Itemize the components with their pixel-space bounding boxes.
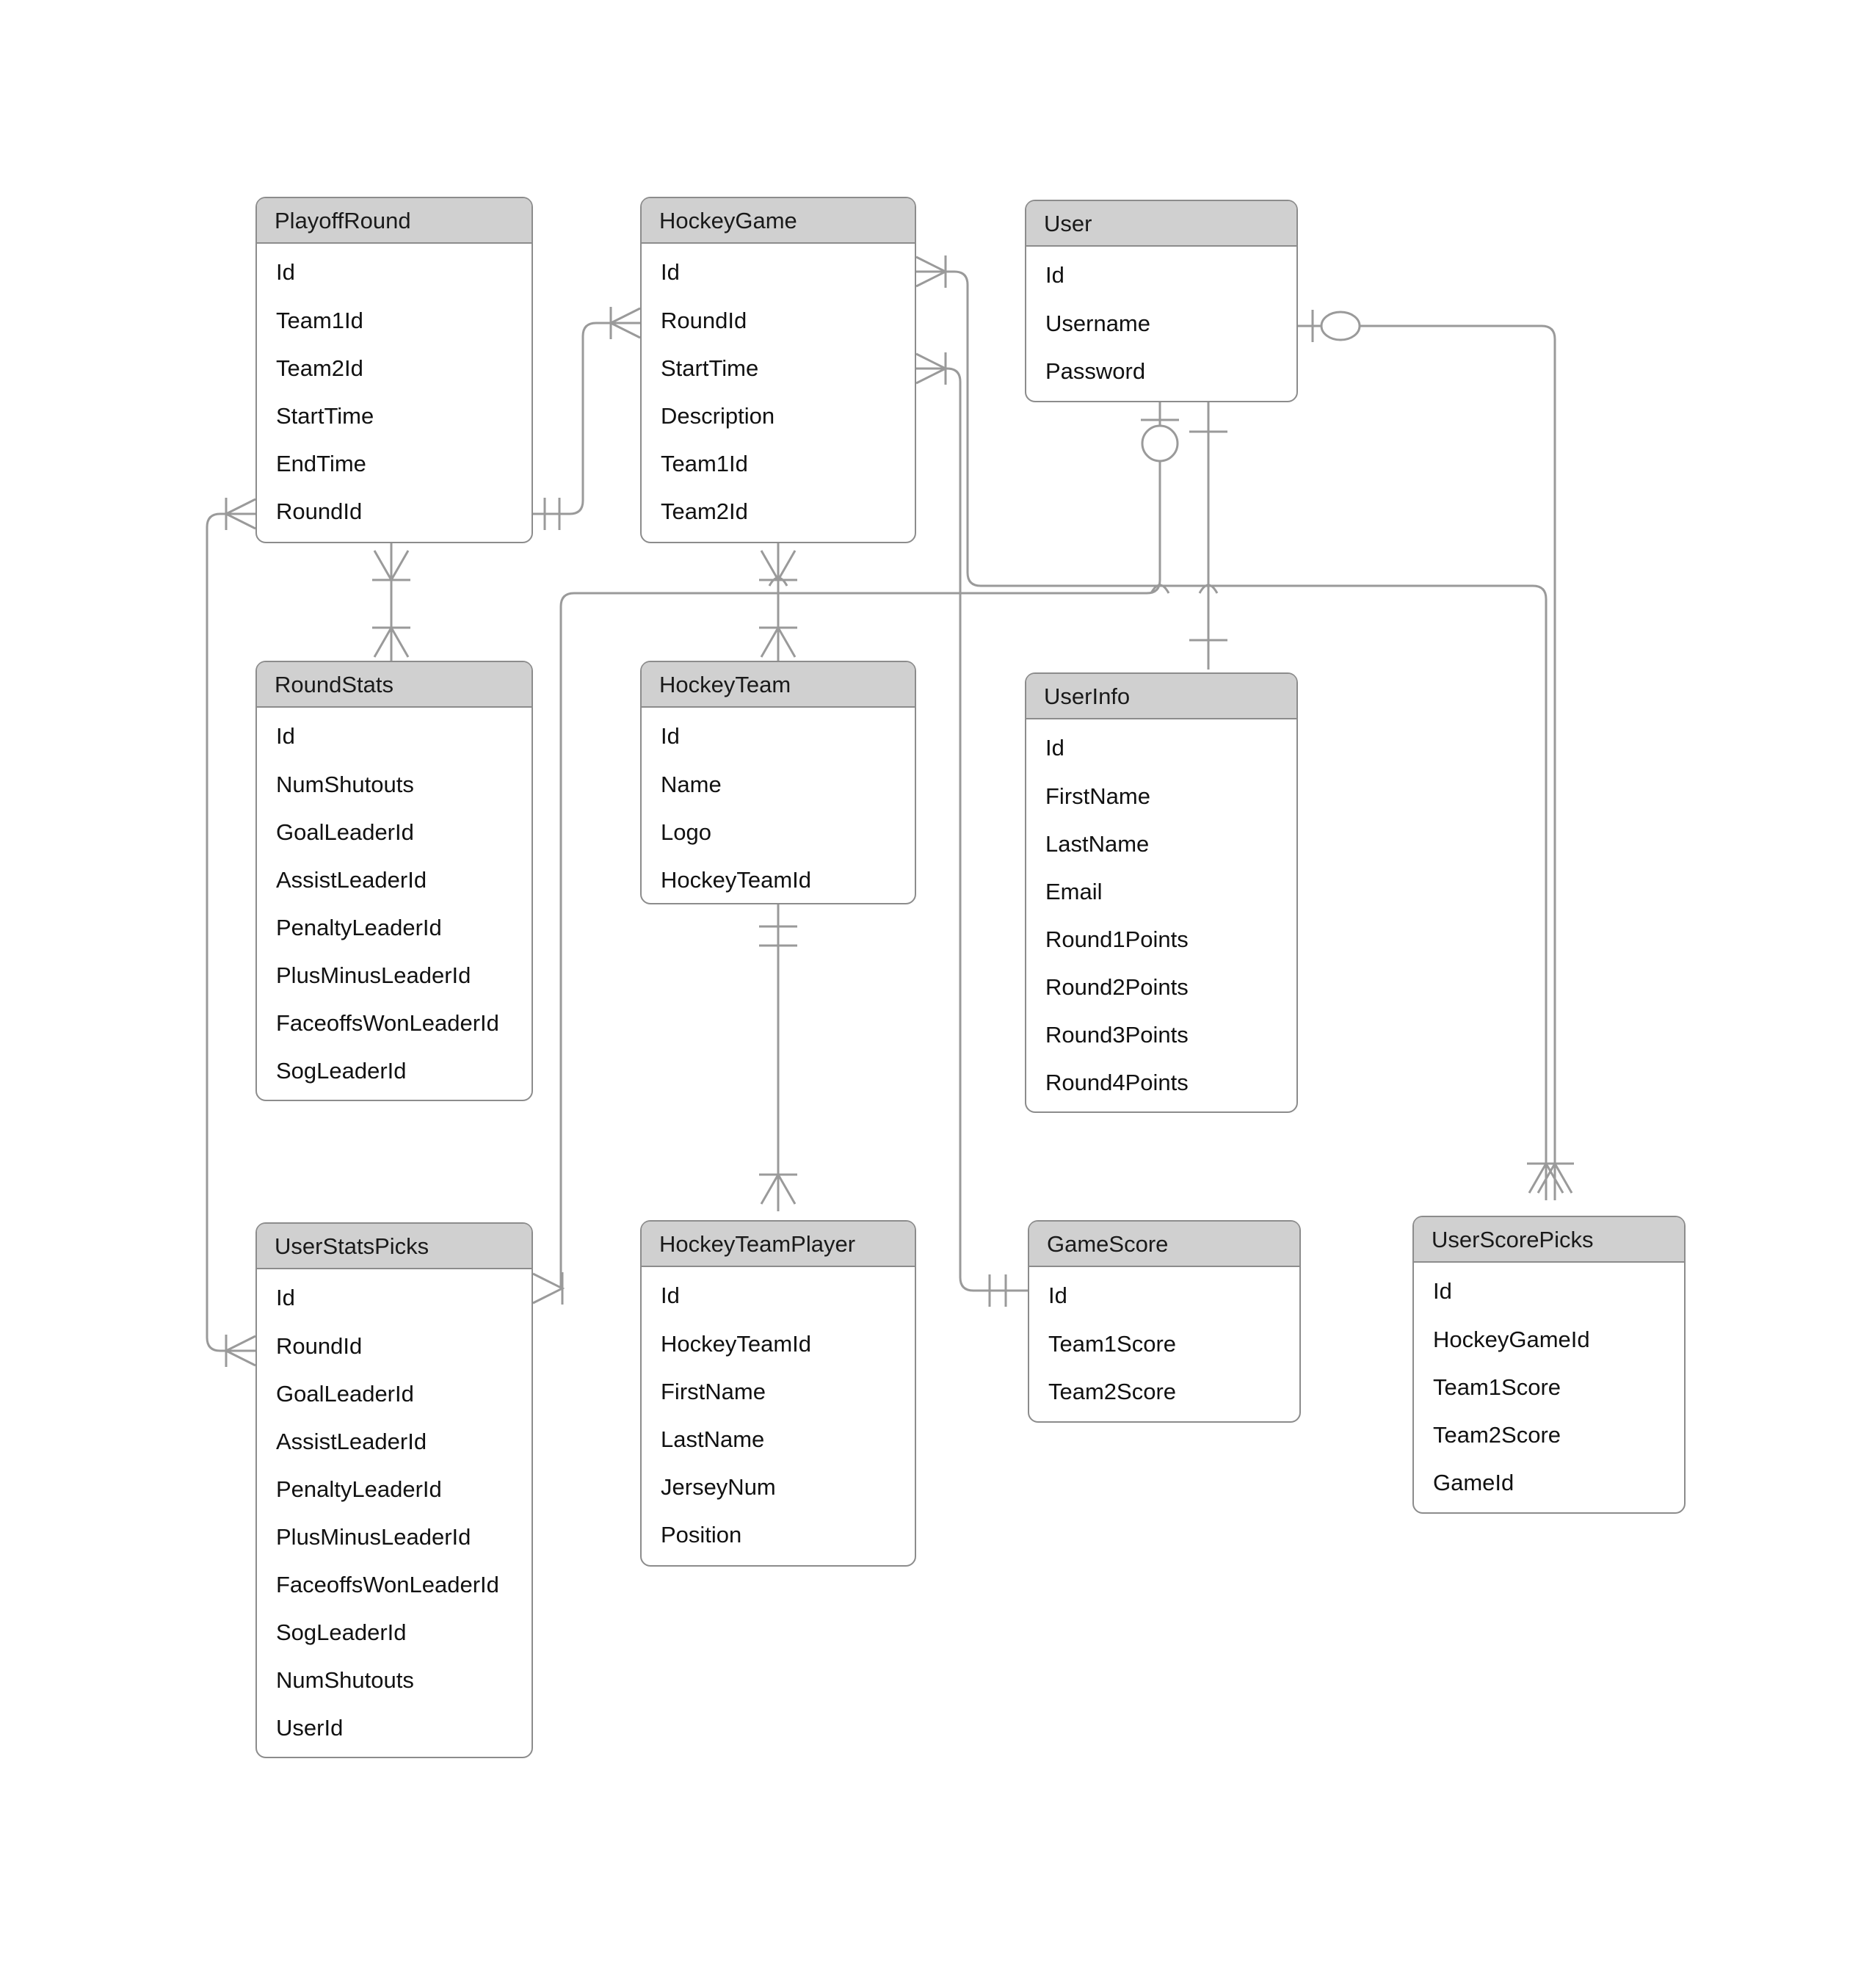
entity-attributes-playoffround: Id Team1Id Team2Id StartTime EndTime Rou… [257, 244, 532, 535]
attribute-row: Email [1045, 879, 1103, 904]
attribute-row: RoundId [276, 1333, 363, 1359]
attribute-row: PenaltyLeaderId [276, 915, 442, 940]
entity-attributes-userinfo: Id FirstName LastName Email Round1Points… [1026, 719, 1296, 1106]
attribute-row: AssistLeaderId [276, 867, 427, 893]
attribute-row: FaceoffsWonLeaderId [276, 1010, 499, 1036]
attribute-row: PlusMinusLeaderId [276, 962, 471, 988]
attribute-row: GoalLeaderId [276, 1381, 414, 1407]
entity-title-userscorepicks: UserScorePicks [1414, 1217, 1684, 1263]
attribute-row: Name [661, 772, 722, 797]
attribute-row: Team1Id [661, 451, 748, 476]
attribute-row: Round2Points [1045, 974, 1189, 1000]
attribute-row: FaceoffsWonLeaderId [276, 1572, 499, 1597]
attribute-row: Id [276, 259, 295, 285]
attribute-row: Id [276, 1285, 295, 1310]
attribute-row: RoundId [276, 498, 363, 524]
entity-user[interactable]: User Id Username Password [1025, 200, 1298, 402]
attribute-row: HockeyGameId [1433, 1327, 1590, 1352]
connector-hockeyteam-hockeyteamplayer [759, 904, 797, 1211]
attribute-row: Id [1048, 1283, 1067, 1308]
attribute-row: NumShutouts [276, 1667, 414, 1693]
entity-hockeyteam[interactable]: HockeyTeam Id Name Logo HockeyTeamId [640, 661, 916, 904]
attribute-row: HockeyTeamId [661, 1331, 812, 1357]
attribute-row: NumShutouts [276, 772, 414, 797]
entity-attributes-hockeygame: Id RoundId StartTime Description Team1Id… [642, 244, 915, 535]
attribute-row: Description [661, 403, 775, 429]
entity-userinfo[interactable]: UserInfo Id FirstName LastName Email Rou… [1025, 672, 1298, 1113]
entity-attributes-userscorepicks: Id HockeyGameId Team1Score Team2Score Ga… [1414, 1263, 1684, 1506]
attribute-row: EndTime [276, 451, 366, 476]
attribute-row: Position [661, 1522, 742, 1548]
entity-title-user: User [1026, 201, 1296, 247]
connector-hockeygame-hockeyteam [759, 543, 797, 664]
attribute-row: Team1Score [1433, 1374, 1561, 1400]
attribute-row: Id [661, 259, 680, 285]
attribute-row: HockeyTeamId [661, 867, 812, 893]
attribute-row: Team1Id [276, 308, 363, 333]
attribute-row: Id [1045, 262, 1064, 288]
attribute-row: Team2Id [276, 355, 363, 381]
attribute-row: JerseyNum [661, 1474, 776, 1500]
entity-attributes-hockeyteamplayer: Id HockeyTeamId FirstName LastName Jerse… [642, 1267, 915, 1559]
connector-playoffround-roundstats [372, 543, 410, 664]
connector-user-userscorepicks [1298, 310, 1574, 1200]
connector-playoffround-userstatspicks [206, 498, 256, 1367]
attribute-row: StartTime [276, 403, 374, 429]
attribute-row: Team1Score [1048, 1331, 1177, 1357]
connector-user-userinfo [1189, 402, 1227, 670]
attribute-row: PenaltyLeaderId [276, 1476, 442, 1502]
entity-attributes-hockeyteam: Id Name Logo HockeyTeamId [642, 708, 915, 904]
entity-attributes-user: Id Username Password [1026, 247, 1296, 395]
attribute-row: Team2Id [661, 498, 748, 524]
entity-title-hockeygame: HockeyGame [642, 198, 915, 244]
attribute-row: Round3Points [1045, 1022, 1189, 1048]
entity-hockeygame[interactable]: HockeyGame Id RoundId StartTime Descript… [640, 197, 916, 543]
attribute-row: FirstName [1045, 783, 1150, 809]
entity-title-userstatspicks: UserStatsPicks [257, 1224, 532, 1269]
attribute-row: StartTime [661, 355, 759, 381]
connector-hockeygame-gamescore [915, 352, 1028, 1307]
wire-hop-bumps [768, 576, 1219, 594]
attribute-row: FirstName [661, 1379, 766, 1404]
attribute-row: Id [1045, 735, 1064, 761]
entity-hockeyteamplayer[interactable]: HockeyTeamPlayer Id HockeyTeamId FirstNa… [640, 1220, 916, 1567]
attribute-row: Id [276, 723, 295, 749]
entity-title-gamescore: GameScore [1029, 1222, 1299, 1267]
attribute-row: Round4Points [1045, 1070, 1189, 1095]
attribute-row: GoalLeaderId [276, 819, 414, 845]
entity-title-playoffround: PlayoffRound [257, 198, 532, 244]
attribute-row: Id [661, 1283, 680, 1308]
attribute-row: Team2Score [1433, 1422, 1561, 1448]
entity-attributes-gamescore: Id Team1Score Team2Score [1029, 1267, 1299, 1415]
attribute-row: SogLeaderId [276, 1058, 407, 1084]
entity-userscorepicks[interactable]: UserScorePicks Id HockeyGameId Team1Scor… [1412, 1216, 1686, 1514]
connector-playoffround-hockeygame [533, 307, 641, 530]
attribute-row: Id [661, 723, 680, 749]
entity-attributes-roundstats: Id NumShutouts GoalLeaderId AssistLeader… [257, 708, 532, 1095]
attribute-row: SogLeaderId [276, 1619, 407, 1645]
entity-roundstats[interactable]: RoundStats Id NumShutouts GoalLeaderId A… [255, 661, 533, 1101]
er-diagram-canvas: PlayoffRound Id Team1Id Team2Id StartTim… [0, 0, 1872, 1988]
entity-attributes-userstatspicks: Id RoundId GoalLeaderId AssistLeaderId P… [257, 1269, 532, 1752]
attribute-row: Id [1433, 1278, 1452, 1304]
attribute-row: Logo [661, 819, 711, 845]
attribute-row: Round1Points [1045, 926, 1189, 952]
attribute-row: GameId [1433, 1470, 1514, 1495]
attribute-row: Password [1045, 358, 1146, 384]
attribute-row: Username [1045, 311, 1150, 336]
attribute-row: LastName [1045, 831, 1150, 857]
attribute-row: AssistLeaderId [276, 1429, 427, 1454]
entity-title-roundstats: RoundStats [257, 662, 532, 708]
entity-userstatspicks[interactable]: UserStatsPicks Id RoundId GoalLeaderId A… [255, 1222, 533, 1758]
attribute-row: PlusMinusLeaderId [276, 1524, 471, 1550]
entity-playoffround[interactable]: PlayoffRound Id Team1Id Team2Id StartTim… [255, 197, 533, 543]
attribute-row: LastName [661, 1426, 765, 1452]
entity-title-userinfo: UserInfo [1026, 674, 1296, 719]
attribute-row: UserId [276, 1715, 344, 1741]
entity-title-hockeyteam: HockeyTeam [642, 662, 915, 708]
attribute-row: Team2Score [1048, 1379, 1177, 1404]
entity-gamescore[interactable]: GameScore Id Team1Score Team2Score [1028, 1220, 1301, 1423]
entity-title-hockeyteamplayer: HockeyTeamPlayer [642, 1222, 915, 1267]
attribute-row: RoundId [661, 308, 747, 333]
